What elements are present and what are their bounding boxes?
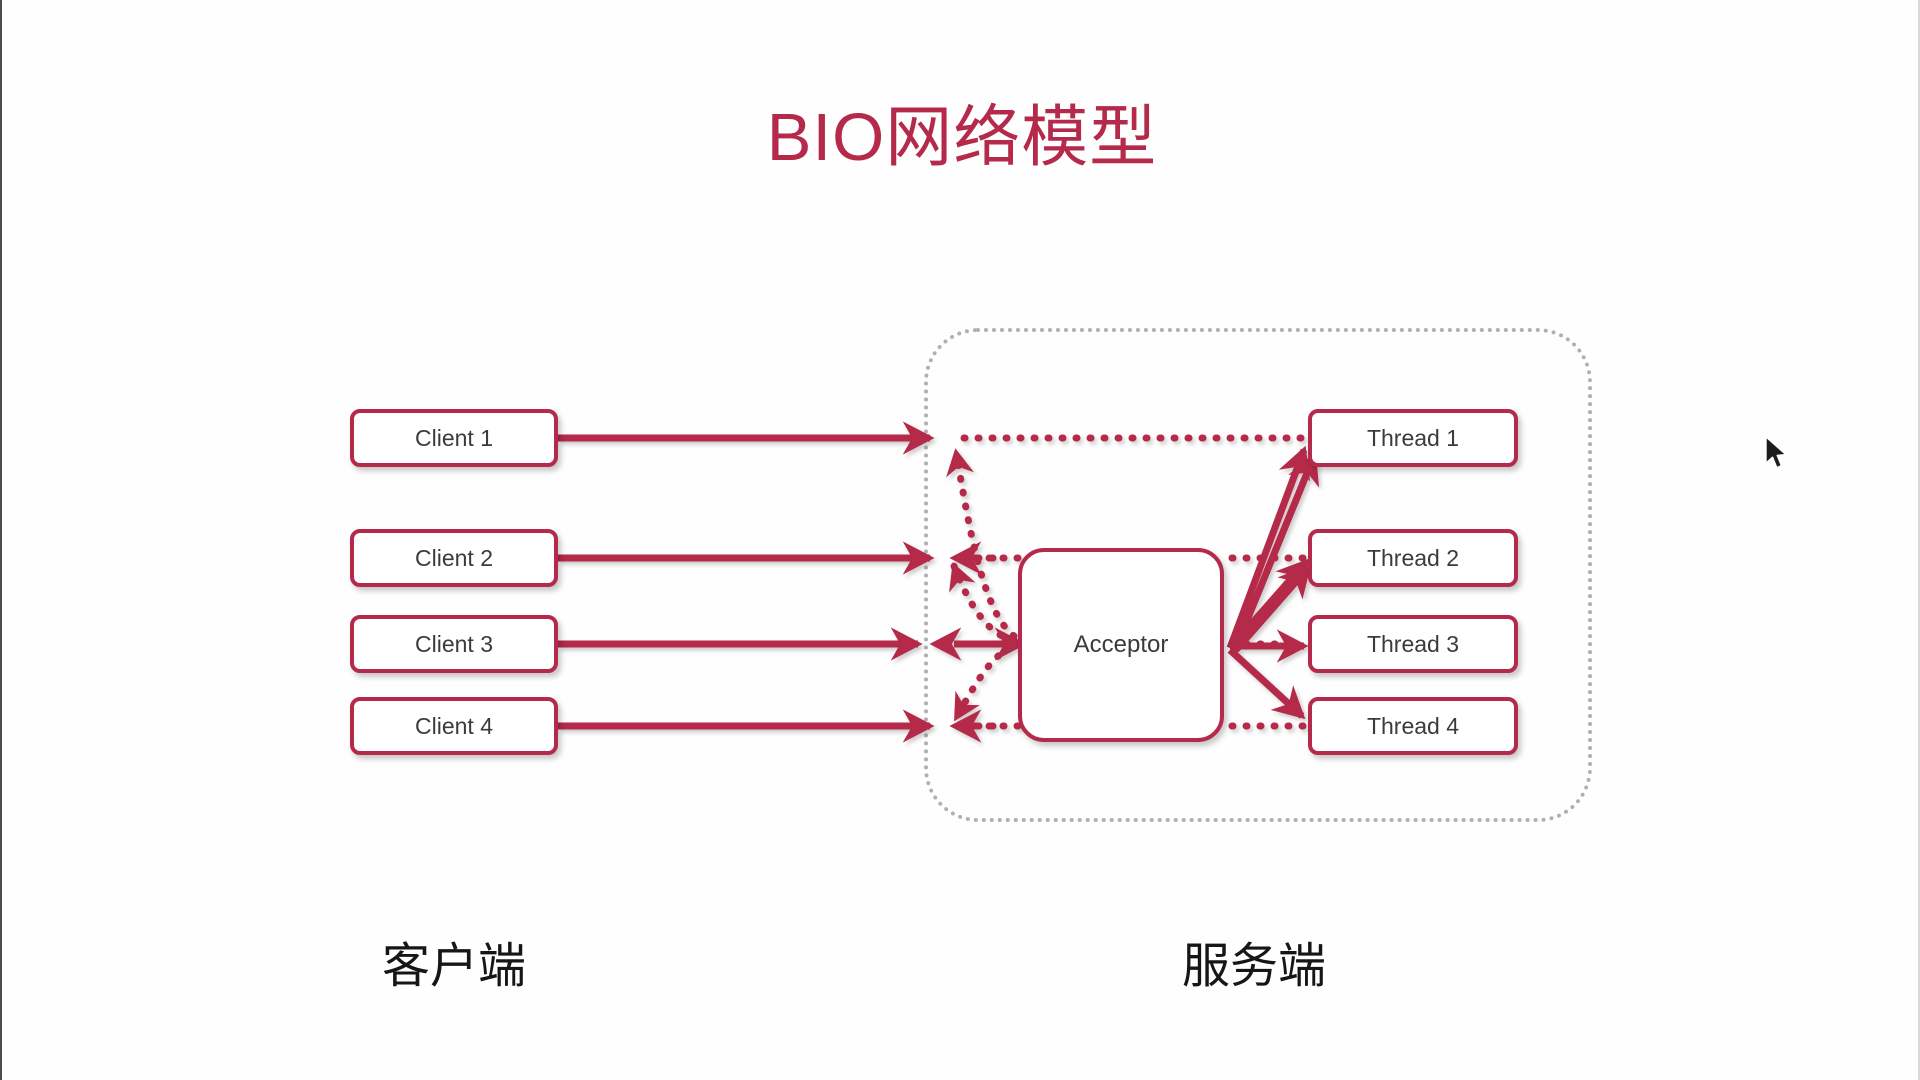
node-label: Thread 1 bbox=[1366, 424, 1460, 451]
node-thread-1[interactable]: Thread 1 bbox=[1308, 409, 1518, 467]
node-label: Thread 4 bbox=[1366, 712, 1460, 739]
node-thread-3[interactable]: Thread 3 bbox=[1308, 615, 1518, 673]
node-label: Client 1 bbox=[415, 424, 493, 451]
mouse-cursor-icon bbox=[1765, 436, 1787, 469]
node-thread-2[interactable]: Thread 2 bbox=[1308, 529, 1518, 587]
page-title: BIO网络模型 bbox=[766, 100, 1158, 175]
node-client-1[interactable]: Client 1 bbox=[350, 409, 558, 467]
node-label: Thread 2 bbox=[1366, 544, 1460, 571]
node-client-4[interactable]: Client 4 bbox=[350, 697, 558, 755]
node-client-3[interactable]: Client 3 bbox=[350, 615, 558, 673]
client-side-label: 客户端 bbox=[381, 940, 526, 993]
node-label: Thread 3 bbox=[1366, 630, 1460, 657]
node-label: Client 3 bbox=[415, 630, 493, 657]
node-acceptor[interactable]: Acceptor bbox=[1018, 548, 1224, 742]
node-label: Acceptor bbox=[1073, 631, 1169, 658]
node-label: Client 2 bbox=[415, 544, 493, 571]
server-side-label: 服务端 bbox=[1181, 940, 1326, 993]
slide-canvas: BIO网络模型 Client 1 Client 2 Client 3 Clien… bbox=[0, 0, 1920, 1080]
node-client-2[interactable]: Client 2 bbox=[350, 529, 558, 587]
node-thread-4[interactable]: Thread 4 bbox=[1308, 697, 1518, 755]
node-label: Client 4 bbox=[415, 712, 493, 739]
